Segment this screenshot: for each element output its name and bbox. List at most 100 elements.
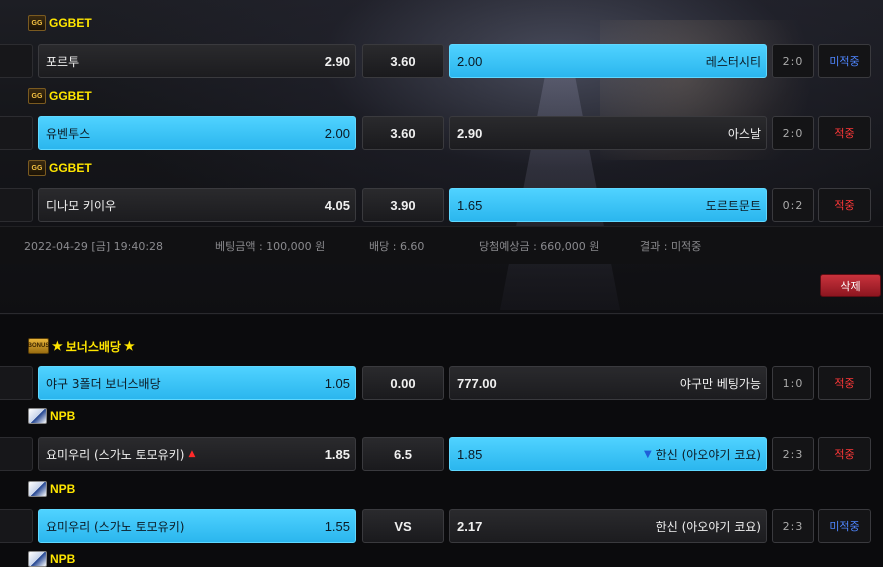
league-name: 보너스배당 — [65, 339, 121, 354]
game-row: 포르투 2.90 3.60 2.00 레스터시티 2:0 미적중 — [0, 44, 883, 78]
home-team-name: 야구 3폴더 보너스배당 — [46, 376, 161, 391]
league-name: GGBET — [49, 89, 92, 103]
away-pick-button[interactable]: 1.85 ▼ 한신 (아오야기 코요) — [449, 437, 767, 471]
league-header: NPB — [28, 479, 75, 499]
away-team-name: 아스날 — [727, 126, 761, 141]
game-row: 야구 3폴더 보너스배당 1.05 0.00 777.00 야구만 베팅가능 1… — [0, 366, 883, 400]
game-row: 요미우리 (스가노 토모유키) 1.55 VS 2.17 한신 (아오야기 코요… — [0, 509, 883, 543]
away-odds: 1.85 — [457, 446, 483, 462]
league-name: NPB — [50, 482, 76, 496]
row-checkbox[interactable] — [0, 44, 33, 78]
draw-pick-button[interactable]: 3.90 — [362, 188, 444, 222]
league-header: BONUS ★ 보너스배당 ★ — [28, 336, 135, 356]
score-box: 2:0 — [772, 116, 814, 150]
away-pick-button[interactable]: 2.00 레스터시티 — [449, 44, 767, 78]
league-header: GG GGBET — [28, 158, 92, 178]
league-header: NPB — [28, 549, 75, 567]
ggbet-logo-icon: GG — [28, 160, 46, 176]
away-team-name: 도르트문트 — [705, 198, 761, 213]
result-status-badge: 적중 — [818, 437, 871, 471]
score-box: 1:0 — [772, 366, 814, 400]
home-pick-button[interactable]: 야구 3폴더 보너스배당 1.05 — [38, 366, 356, 400]
home-odds: 2.00 — [324, 125, 350, 141]
result-status-badge: 적중 — [818, 366, 871, 400]
odds-down-arrow-icon: ▼ — [643, 448, 652, 460]
star-icon: ★ — [123, 339, 135, 353]
away-team-label: ▼ 한신 (아오야기 코요) — [644, 446, 761, 463]
home-pick-button[interactable]: 유벤투스 2.00 — [38, 116, 356, 150]
draw-pick-button[interactable]: 3.60 — [362, 116, 444, 150]
expected-win: 당첨예상금 : 660,000 원 — [479, 240, 600, 253]
score-box: 2:3 — [772, 437, 814, 471]
away-odds: 2.17 — [457, 518, 483, 534]
game-row: 디나모 키이우 4.05 3.90 1.65 도르트문트 0:2 적중 — [0, 188, 883, 222]
away-pick-button[interactable]: 2.17 한신 (아오야기 코요) — [449, 509, 767, 543]
row-checkbox[interactable] — [0, 366, 33, 400]
bonus-logo-icon: BONUS — [28, 338, 49, 354]
total-odds: 배당 : 6.60 — [369, 240, 425, 253]
league-name: GGBET — [49, 161, 92, 175]
home-team-label: 요미우리 (스가노 토모유키) ▲ — [46, 446, 195, 463]
star-icon: ★ — [52, 339, 63, 353]
ggbet-logo-icon: GG — [28, 88, 46, 104]
row-checkbox[interactable] — [0, 509, 33, 543]
draw-pick-button[interactable]: 0.00 — [362, 366, 444, 400]
away-odds: 1.65 — [457, 197, 483, 213]
away-pick-button[interactable]: 2.90 아스날 — [449, 116, 767, 150]
away-pick-button[interactable]: 777.00 야구만 베팅가능 — [449, 366, 767, 400]
game-row: 유벤투스 2.00 3.60 2.90 아스날 2:0 적중 — [0, 116, 883, 150]
away-pick-button[interactable]: 1.65 도르트문트 — [449, 188, 767, 222]
game-row: 요미우리 (스가노 토모유키) ▲ 1.85 6.5 1.85 ▼ 한신 (아오… — [0, 437, 883, 471]
npb-logo-icon — [28, 551, 47, 567]
npb-logo-icon — [28, 481, 47, 497]
home-odds: 1.55 — [324, 518, 350, 534]
result-status-badge: 미적중 — [818, 509, 871, 543]
away-odds: 2.90 — [457, 125, 483, 141]
home-pick-button[interactable]: 요미우리 (스가노 토모유키) ▲ 1.85 — [38, 437, 356, 471]
away-team-name: 레스터시티 — [705, 54, 761, 69]
bet-datetime: 2022-04-29 [금] 19:40:28 — [24, 240, 164, 253]
home-odds: 4.05 — [324, 197, 350, 213]
ggbet-logo-icon: GG — [28, 15, 46, 31]
home-team-name: 요미우리 (스가노 토모유키) — [46, 447, 185, 462]
draw-pick-button[interactable]: 3.60 — [362, 44, 444, 78]
result-status-badge: 적중 — [818, 116, 871, 150]
bet-summary-bar: 2022-04-29 [금] 19:40:28 베팅금액 : 100,000 원… — [0, 226, 883, 264]
result-status-badge: 미적중 — [818, 44, 871, 78]
away-team-name: 한신 (아오야기 코요) — [655, 447, 761, 462]
league-name: NPB — [50, 409, 76, 423]
result-status-badge: 적중 — [818, 188, 871, 222]
delete-button[interactable]: 삭제 — [820, 274, 881, 297]
home-odds: 1.05 — [324, 375, 350, 391]
bet-amount: 베팅금액 : 100,000 원 — [215, 240, 326, 253]
away-odds: 2.00 — [457, 53, 483, 69]
away-team-name: 야구만 베팅가능 — [679, 376, 761, 391]
home-pick-button[interactable]: 요미우리 (스가노 토모유키) 1.55 — [38, 509, 356, 543]
score-box: 0:2 — [772, 188, 814, 222]
league-header: GG GGBET — [28, 86, 92, 106]
home-team-name: 포르투 — [46, 54, 80, 69]
home-team-name: 요미우리 (스가노 토모유키) — [46, 519, 185, 534]
league-name: NPB — [50, 552, 76, 566]
home-odds: 2.90 — [324, 53, 350, 69]
row-checkbox[interactable] — [0, 437, 33, 471]
handicap-pick-button[interactable]: 6.5 — [362, 437, 444, 471]
score-box: 2:3 — [772, 509, 814, 543]
league-header: GG GGBET — [28, 13, 92, 33]
home-pick-button[interactable]: 포르투 2.90 — [38, 44, 356, 78]
bet-result: 결과 : 미적중 — [640, 240, 702, 253]
npb-logo-icon — [28, 408, 47, 424]
league-name: GGBET — [49, 16, 92, 30]
score-box: 2:0 — [772, 44, 814, 78]
away-team-name: 한신 (아오야기 코요) — [655, 519, 761, 534]
vs-label: VS — [362, 509, 444, 543]
home-odds: 1.85 — [324, 446, 350, 462]
row-checkbox[interactable] — [0, 188, 33, 222]
home-team-name: 유벤투스 — [46, 126, 91, 141]
odds-up-arrow-icon: ▲ — [188, 449, 196, 459]
league-header: NPB — [28, 406, 75, 426]
home-team-name: 디나모 키이우 — [46, 198, 117, 213]
row-checkbox[interactable] — [0, 116, 33, 150]
slip-divider — [0, 313, 883, 314]
home-pick-button[interactable]: 디나모 키이우 4.05 — [38, 188, 356, 222]
